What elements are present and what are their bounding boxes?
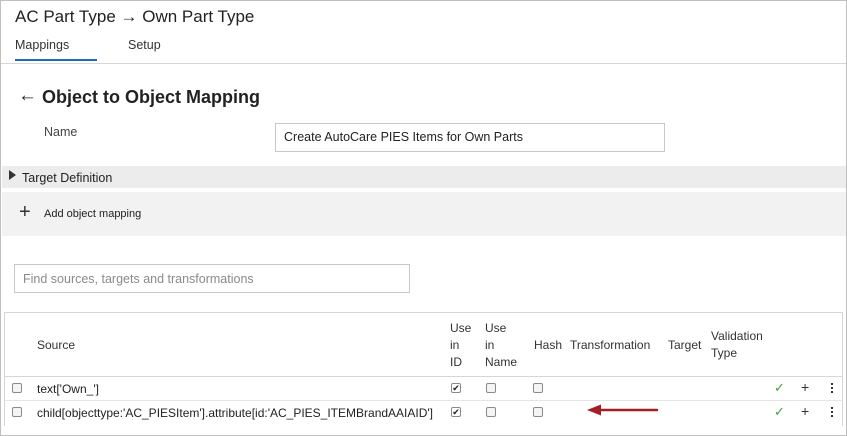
row-divider <box>5 400 842 401</box>
header-use-in-id-line3: ID <box>450 355 462 369</box>
annotation-arrow-icon <box>587 404 659 416</box>
use-in-id-checkbox[interactable]: ✔ <box>451 407 461 417</box>
header-transformation: Transformation <box>570 338 651 352</box>
header-use-in-id-line1: Use <box>450 321 472 335</box>
add-object-mapping-label: Add object mapping <box>44 208 142 220</box>
header-divider <box>5 376 842 377</box>
arrow-left-icon[interactable]: ← <box>18 86 37 105</box>
row-source: text['Own_'] <box>37 382 99 396</box>
name-label: Name <box>44 125 78 139</box>
use-in-name-checkbox[interactable] <box>486 407 496 417</box>
header-validation-type-line1: Validation <box>711 329 763 343</box>
tab-mappings[interactable]: Mappings <box>15 38 97 61</box>
check-icon[interactable]: ✓ <box>774 404 785 420</box>
caret-right-icon[interactable] <box>9 170 16 180</box>
header-validation-type: Validation Type <box>711 328 763 362</box>
more-vertical-icon[interactable] <box>831 383 835 395</box>
row-select-checkbox[interactable] <box>12 383 22 393</box>
app-window: AC Part Type → Own Part Type Mappings Se… <box>0 0 847 436</box>
name-field[interactable]: Create AutoCare PIES Items for Own Parts <box>275 123 665 152</box>
header-use-in-id-line2: in <box>450 338 460 352</box>
use-in-id-checkbox[interactable]: ✔ <box>451 383 461 393</box>
search-input[interactable] <box>14 264 410 293</box>
header-use-in-name-line3: Name <box>485 355 518 369</box>
header-use-in-name: Use in Name <box>485 320 517 371</box>
check-icon[interactable]: ✓ <box>774 380 785 396</box>
plus-icon[interactable]: + <box>801 379 809 395</box>
add-object-mapping-button[interactable]: + Add object mapping <box>2 192 846 236</box>
hash-checkbox[interactable] <box>533 407 543 417</box>
header-validation-type-line2: Type <box>711 346 738 360</box>
header-use-in-name-line2: in <box>485 338 495 352</box>
row-select-checkbox[interactable] <box>12 407 22 417</box>
plus-icon[interactable]: + <box>19 202 31 222</box>
target-definition-section[interactable]: Target Definition <box>2 166 846 188</box>
tab-bar: Mappings Setup <box>1 37 846 64</box>
plus-icon[interactable]: + <box>801 403 809 419</box>
header-source: Source <box>37 338 76 352</box>
use-in-name-checkbox[interactable] <box>486 383 496 393</box>
header-hash: Hash <box>534 338 563 352</box>
page-title: Object to Object Mapping <box>42 87 261 107</box>
more-vertical-icon[interactable] <box>831 407 835 419</box>
header-use-in-id: Use in ID <box>450 320 471 371</box>
row-source: child[objecttype:'AC_PIESItem'].attribut… <box>37 406 434 420</box>
target-definition-label: Target Definition <box>22 171 113 185</box>
tab-setup[interactable]: Setup <box>128 38 161 59</box>
header-target: Target <box>668 338 702 352</box>
window-title: AC Part Type → Own Part Type <box>15 7 255 26</box>
mapping-table: Source Use in ID Use in Name Hash Transf… <box>4 312 843 426</box>
header-use-in-name-line1: Use <box>485 321 507 335</box>
hash-checkbox[interactable] <box>533 383 543 393</box>
